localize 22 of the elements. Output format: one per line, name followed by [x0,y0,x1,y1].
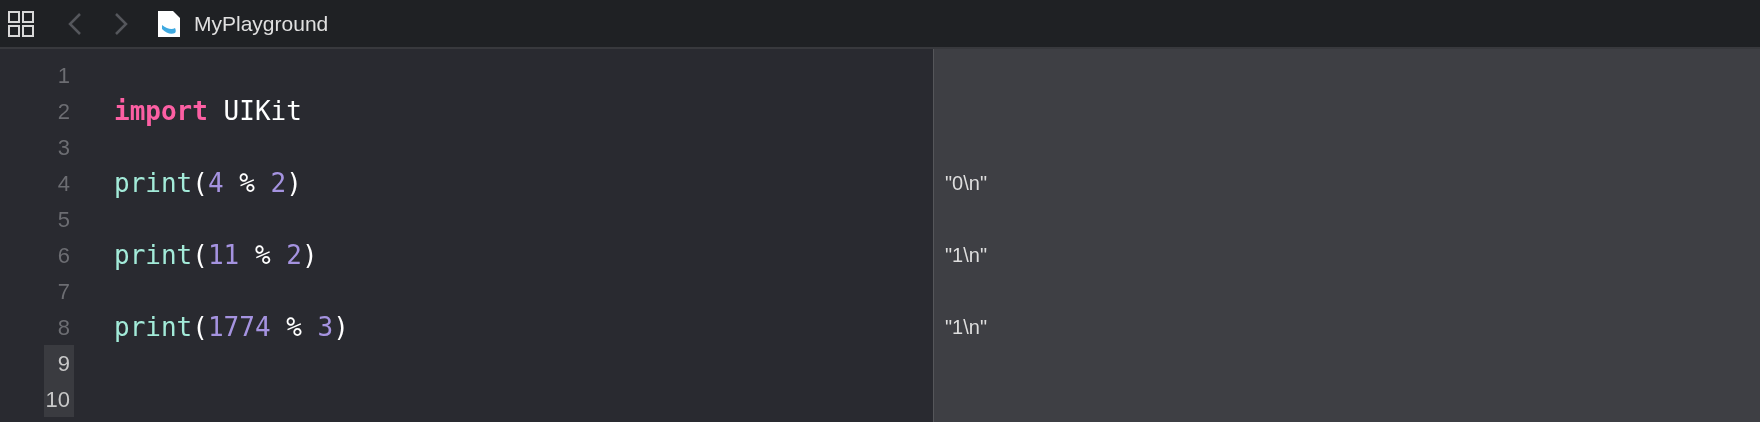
file-title: MyPlayground [194,10,329,37]
line-number: 4 [56,169,71,198]
swift-file-icon [158,10,180,37]
forward-icon[interactable] [114,11,128,36]
line-number: 8 [56,313,71,342]
line-number: 2 [56,97,71,126]
result-value[interactable]: "1\n" [945,240,987,270]
line-number: 1 [56,61,71,90]
result-value[interactable]: "0\n" [945,168,987,198]
line-number: 6 [56,241,71,270]
line-number: 10 [44,381,74,417]
code-line: print(1774 % 3) [114,314,349,340]
line-number: 9 [44,345,74,381]
line-number: 7 [56,277,71,306]
grid-icon[interactable] [8,10,34,37]
code-line: print(11 % 2) [114,242,318,268]
code-line: print(4 % 2) [114,170,302,196]
result-value[interactable]: "1\n" [945,312,987,342]
code-line: import UIKit [114,98,302,124]
back-icon[interactable] [68,11,82,36]
line-number: 5 [56,205,71,234]
line-number: 3 [56,133,71,162]
